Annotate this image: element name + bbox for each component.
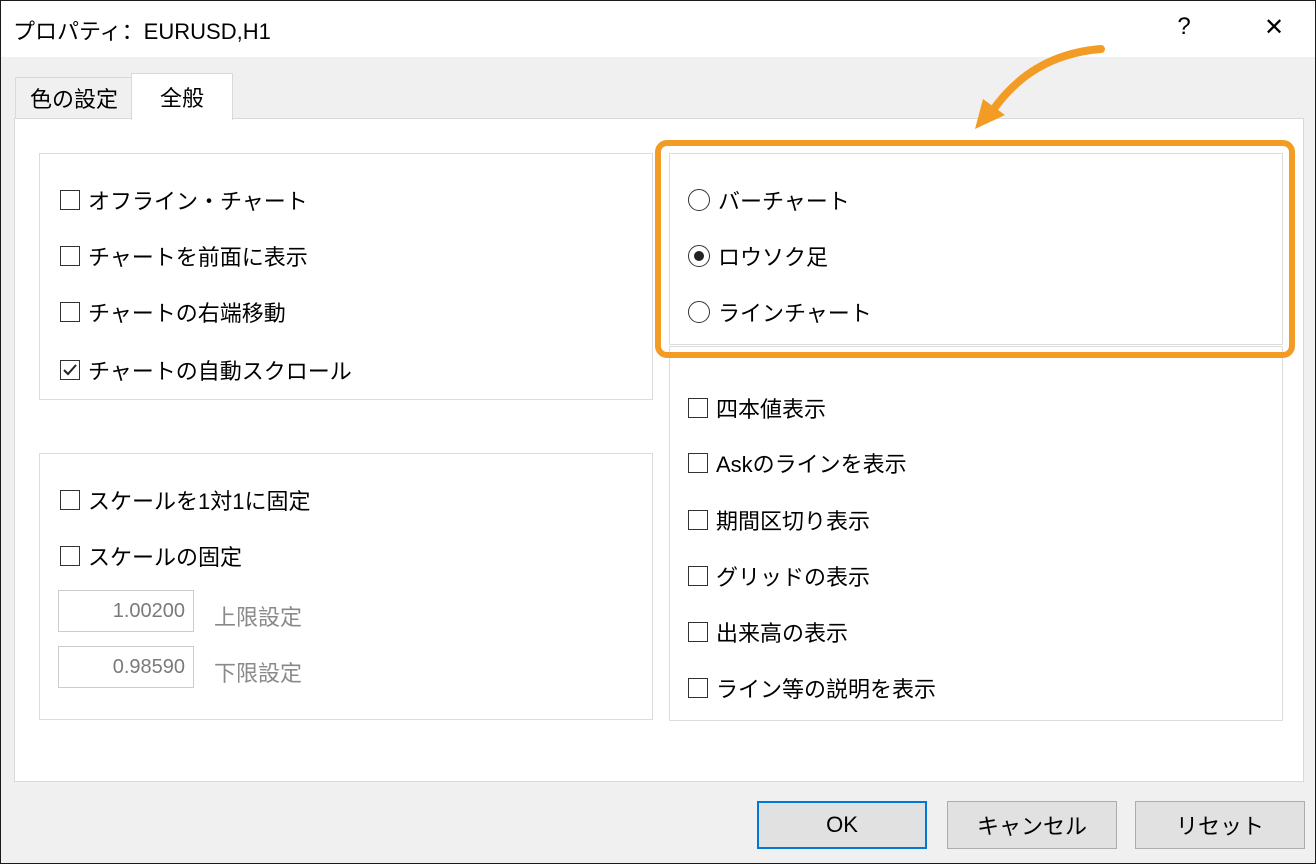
checkbox[interactable] [688, 453, 708, 473]
option-scale-fix[interactable]: スケールの固定 [60, 540, 242, 572]
display-options-group: 四本値表示 Askのラインを表示 期間区切り表示 グリッドの表示 出来高の表示 … [669, 346, 1283, 721]
tab-color-settings[interactable]: 色の設定 [15, 77, 133, 118]
option-period-separators[interactable]: 期間区切り表示 [688, 504, 870, 536]
checkbox[interactable] [60, 546, 80, 566]
ok-button[interactable]: OK [757, 801, 927, 849]
reset-button[interactable]: リセット [1135, 801, 1305, 849]
highlight-frame [655, 140, 1295, 358]
close-icon: ✕ [1263, 13, 1285, 41]
help-button[interactable]: ? [1161, 7, 1207, 47]
checkbox[interactable] [688, 510, 708, 530]
option-ask-line[interactable]: Askのラインを表示 [688, 447, 907, 479]
option-offline-chart[interactable]: オフライン・チャート [60, 184, 308, 216]
option-label: オフライン・チャート [88, 189, 308, 214]
checkbox[interactable] [688, 622, 708, 642]
scale-max-input[interactable]: 1.00200 [58, 590, 194, 632]
option-label: チャートの自動スクロール [88, 359, 352, 384]
option-label: グリッドの表示 [716, 565, 871, 590]
checkbox[interactable] [688, 398, 708, 418]
checkbox[interactable] [60, 302, 80, 322]
option-label: スケールを1対1に固定 [88, 489, 311, 514]
help-icon: ? [1177, 13, 1191, 40]
checkbox[interactable] [688, 678, 708, 698]
checkbox[interactable] [60, 190, 80, 210]
option-chart-foreground[interactable]: チャートを前面に表示 [60, 240, 308, 272]
option-label: スケールの固定 [88, 545, 243, 570]
cancel-button[interactable]: キャンセル [947, 801, 1117, 849]
checkbox[interactable] [60, 490, 80, 510]
scale-min-label: 下限設定 [214, 661, 303, 686]
option-scale-1to1[interactable]: スケールを1対1に固定 [60, 484, 310, 516]
dialog-title: プロパティ：EURUSD,H1 [13, 19, 271, 44]
scale-options-group: スケールを1対1に固定 スケールの固定 1.00200 上限設定 0.98590… [39, 453, 653, 720]
chart-options-group: オフライン・チャート チャートを前面に表示 チャートの右端移動 チャートの自動ス… [39, 153, 653, 400]
option-label: ライン等の説明を表示 [716, 677, 937, 702]
checkbox-checked[interactable] [60, 360, 80, 380]
checkbox[interactable] [60, 246, 80, 266]
properties-dialog: プロパティ：EURUSD,H1 ? ✕ 色の設定 全般 オフライン・チャート チ… [0, 0, 1316, 864]
option-label: 期間区切り表示 [716, 509, 871, 534]
checkmark-icon [63, 364, 77, 376]
checkbox[interactable] [688, 566, 708, 586]
pointer-arrow-icon [975, 45, 1105, 129]
option-ohlc[interactable]: 四本値表示 [688, 392, 826, 424]
option-auto-scroll[interactable]: チャートの自動スクロール [60, 354, 352, 386]
option-label: チャートを前面に表示 [88, 245, 308, 270]
tab-general[interactable]: 全般 [131, 73, 233, 120]
scale-min-input[interactable]: 0.98590 [58, 646, 194, 688]
option-label: 出来高の表示 [716, 621, 849, 646]
option-label: 四本値表示 [716, 397, 827, 422]
option-object-descriptions[interactable]: ライン等の説明を表示 [688, 672, 936, 704]
option-label: チャートの右端移動 [88, 301, 286, 326]
option-volume[interactable]: 出来高の表示 [688, 616, 848, 648]
scale-max-label: 上限設定 [214, 605, 303, 630]
option-grid[interactable]: グリッドの表示 [688, 560, 870, 592]
close-button[interactable]: ✕ [1251, 7, 1297, 47]
option-label: Askのラインを表示 [716, 452, 907, 477]
option-chart-shift[interactable]: チャートの右端移動 [60, 296, 286, 328]
